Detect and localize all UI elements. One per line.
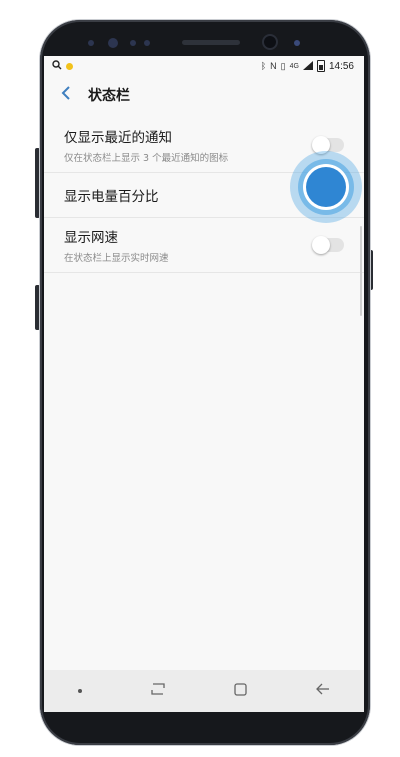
nfc-icon: N <box>270 61 277 71</box>
toggle-knob <box>312 236 330 254</box>
4g-icon: 4G <box>289 62 299 70</box>
chevron-left-icon[interactable] <box>60 86 82 104</box>
scrollbar <box>360 226 362 316</box>
page-title: 状态栏 <box>88 88 130 104</box>
notification-dot-icon <box>66 62 73 70</box>
home-icon[interactable] <box>234 682 247 700</box>
phone-bottom-bezel <box>44 712 364 737</box>
sensor-icon <box>294 40 300 46</box>
back-icon[interactable] <box>315 683 330 699</box>
iris-sensor-icon <box>108 38 118 48</box>
sensor-icon <box>88 40 94 46</box>
earpiece-speaker <box>182 40 240 45</box>
app-bar: 状态栏 <box>44 76 364 114</box>
recents-icon[interactable] <box>151 683 165 699</box>
dot-icon[interactable] <box>78 689 83 693</box>
network-speed-toggle[interactable] <box>312 236 344 254</box>
status-bar: ᛒ N ▯ 4G 14:56 <box>44 56 364 76</box>
touch-indicator-mid <box>298 159 354 215</box>
front-camera-icon <box>264 36 276 48</box>
touch-indicator <box>290 151 362 223</box>
setting-title: 显示网速 <box>64 230 118 246</box>
navigation-bar <box>44 670 364 712</box>
status-time: 14:56 <box>328 60 354 72</box>
search-icon <box>52 59 62 73</box>
signal-icon <box>302 60 313 72</box>
setting-subtitle: 在状态栏上显示实时网速 <box>64 253 169 264</box>
vibrate-icon: ▯ <box>280 60 286 71</box>
setting-title: 仅显示最近的通知 <box>64 130 172 146</box>
bluetooth-icon: ᛒ <box>260 61 267 71</box>
recent-notifications-toggle[interactable] <box>312 136 344 154</box>
phone-top-bezel <box>80 28 320 56</box>
sensor-icon <box>130 40 136 46</box>
setting-row-network-speed[interactable]: 显示网速 在状态栏上显示实时网速 <box>44 218 364 273</box>
sensor-icon <box>144 40 150 46</box>
battery-icon <box>316 60 325 72</box>
touch-indicator-core <box>306 167 346 207</box>
